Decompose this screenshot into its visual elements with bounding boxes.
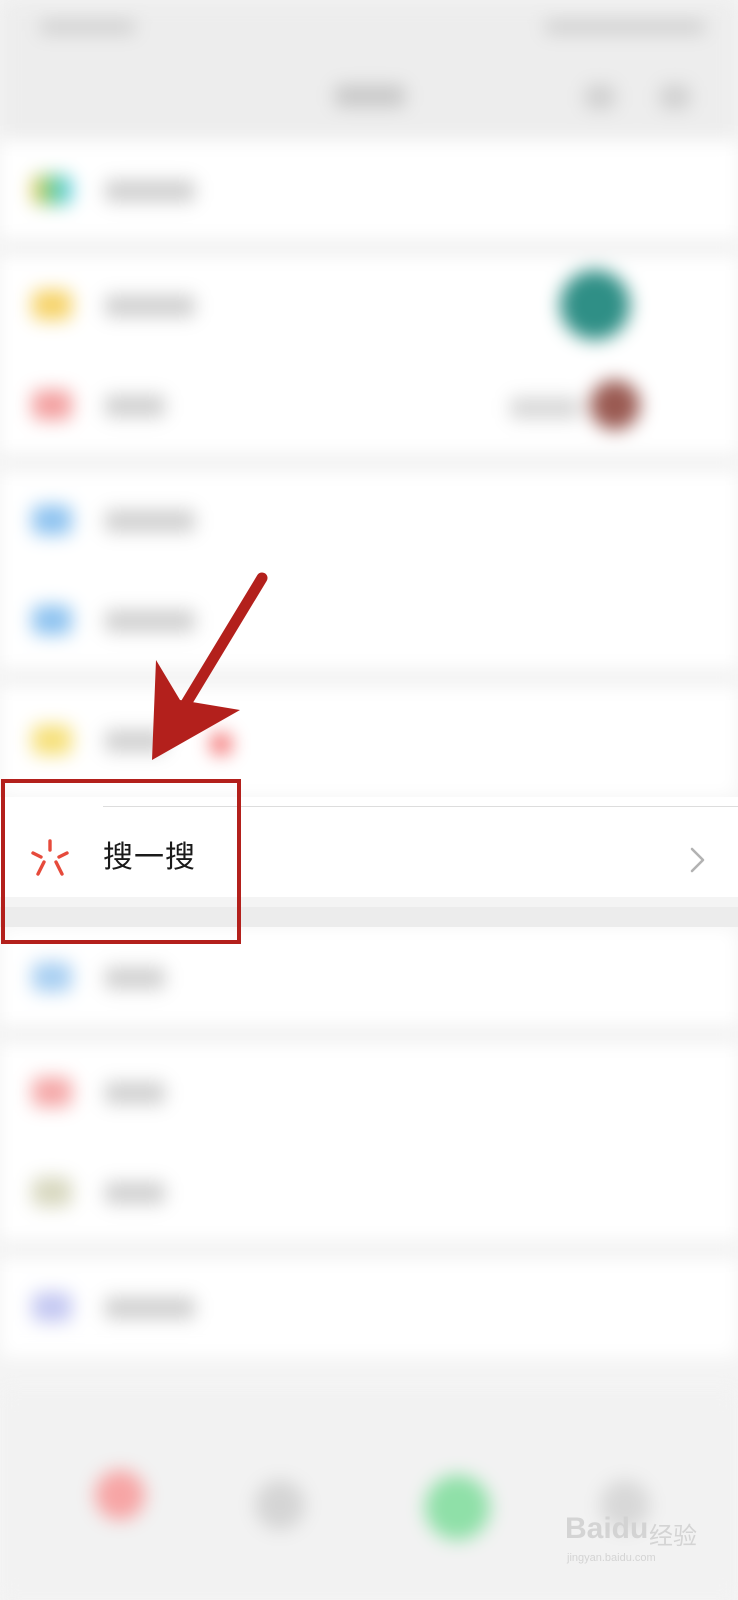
list-item-icon	[32, 290, 72, 320]
baidu-logo: Baidu	[565, 1512, 649, 1545]
chevron-right-icon	[690, 847, 705, 873]
list-item-icon	[32, 1292, 72, 1322]
status-icons	[545, 20, 705, 34]
tab-icon[interactable]	[425, 1475, 490, 1540]
list-item[interactable]	[0, 470, 738, 570]
tab-icon[interactable]	[95, 1470, 145, 1520]
list-item-label	[105, 967, 165, 989]
list-item-icon	[32, 605, 72, 635]
list-item[interactable]	[0, 1042, 738, 1142]
status-bar	[0, 0, 738, 60]
list-item[interactable]	[0, 570, 738, 670]
header-search-icon[interactable]	[585, 85, 615, 109]
list-item-label	[105, 395, 165, 417]
bottom-tab-bar	[0, 1390, 738, 1600]
watermark-text: 经验	[649, 1523, 697, 1550]
avatar	[560, 270, 630, 340]
highlight-box	[1, 779, 241, 944]
list-item-icon	[32, 175, 72, 205]
tab-icon[interactable]	[255, 1480, 305, 1530]
section-gap	[0, 1027, 738, 1042]
section-gap	[0, 240, 738, 255]
header-add-icon[interactable]	[660, 85, 690, 109]
watermark-url: jingyan.baidu.com	[567, 1552, 656, 1564]
list-item[interactable]	[0, 255, 738, 355]
list-item-icon	[32, 1077, 72, 1107]
list-item[interactable]	[0, 140, 738, 240]
status-time	[40, 20, 135, 34]
section-gap	[0, 455, 738, 470]
list-item[interactable]	[0, 1257, 738, 1357]
list-item-label	[105, 180, 195, 202]
list-item-icon	[32, 505, 72, 535]
list-item[interactable]	[0, 355, 738, 455]
list-item-label	[105, 1082, 165, 1104]
list-item-value	[510, 397, 580, 419]
section-gap	[0, 670, 738, 685]
list-item-icon	[32, 962, 72, 992]
list-item-label	[105, 1182, 165, 1204]
list-item-icon	[32, 1177, 72, 1207]
header-title	[335, 85, 405, 107]
section-gap	[0, 1242, 738, 1257]
list-item-label	[105, 295, 195, 317]
list-item-icon	[32, 725, 72, 755]
list-item[interactable]	[0, 1142, 738, 1242]
arrow-annotation	[152, 572, 268, 760]
list-item-label	[105, 1297, 195, 1319]
list-item-label	[105, 510, 195, 532]
watermark: Baidu 经验 jingyan.baidu.com	[565, 1508, 715, 1568]
avatar	[590, 380, 640, 430]
list-item-icon	[32, 390, 72, 420]
